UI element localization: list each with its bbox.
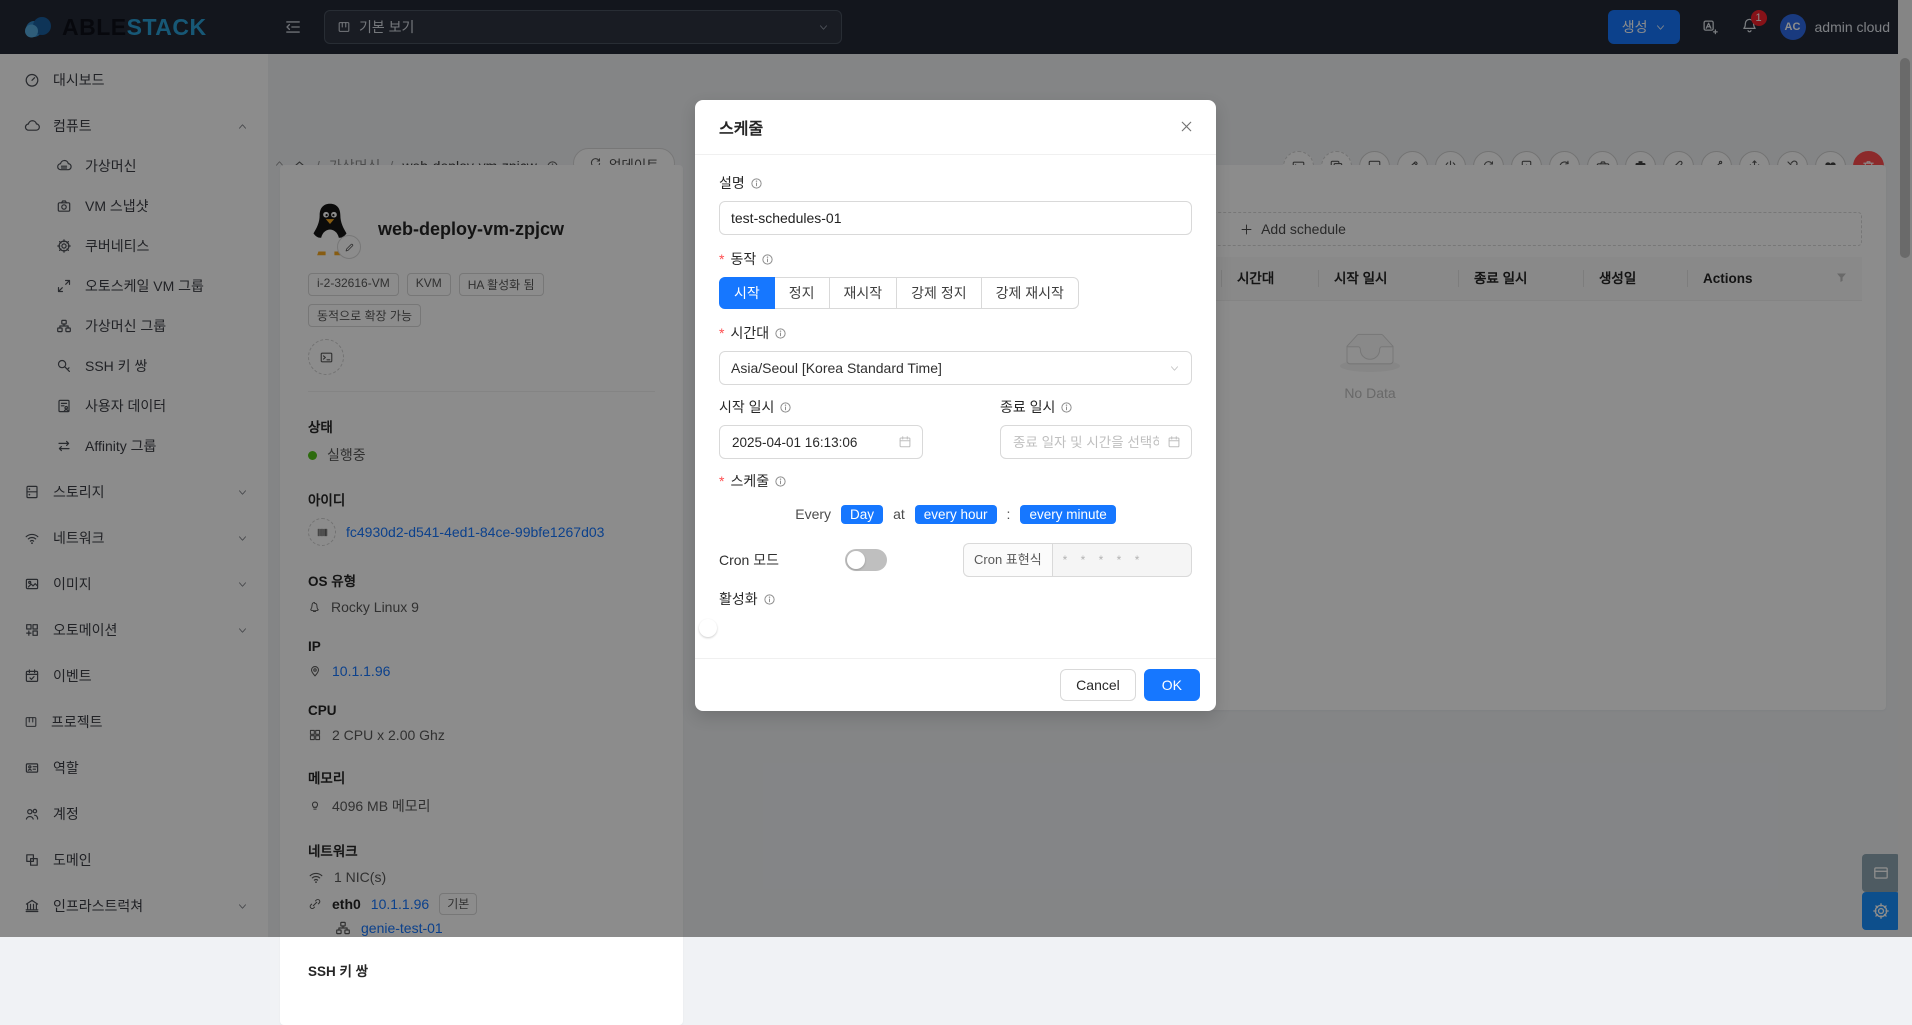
action-radio-group: 시작정지재시작강제 정지강제 재시작 bbox=[719, 277, 1192, 309]
end-date-picker[interactable] bbox=[1000, 425, 1192, 459]
day-tag[interactable]: Day bbox=[841, 505, 883, 524]
info-circle-icon[interactable] bbox=[750, 177, 763, 190]
info-circle-icon[interactable] bbox=[1060, 401, 1073, 414]
minute-tag[interactable]: every minute bbox=[1020, 505, 1115, 524]
schedule-summary: Every Day at every hour : every minute bbox=[719, 501, 1192, 527]
description-input[interactable] bbox=[719, 201, 1192, 235]
action-option[interactable]: 강제 정지 bbox=[896, 277, 981, 309]
modal-title: 스케줄 bbox=[719, 115, 763, 139]
cancel-button[interactable]: Cancel bbox=[1060, 669, 1136, 701]
info-circle-icon[interactable] bbox=[774, 327, 787, 340]
action-option[interactable]: 강제 재시작 bbox=[981, 277, 1079, 309]
timezone-select[interactable]: Asia/Seoul [Korea Standard Time] bbox=[719, 351, 1192, 385]
start-date-input[interactable] bbox=[730, 434, 892, 451]
close-icon[interactable] bbox=[1179, 119, 1194, 134]
action-option[interactable]: 정지 bbox=[774, 277, 830, 309]
start-date-label: 시작 일시 bbox=[719, 397, 774, 417]
end-date-input[interactable] bbox=[1011, 434, 1161, 451]
ok-button[interactable]: OK bbox=[1144, 669, 1200, 701]
action-label: 동작 bbox=[730, 249, 756, 269]
end-date-label: 종료 일시 bbox=[1000, 397, 1055, 417]
chevron-down-icon bbox=[1169, 363, 1180, 374]
cron-mode-label: Cron 모드 bbox=[719, 550, 845, 570]
action-option[interactable]: 재시작 bbox=[829, 277, 898, 309]
active-label: 활성화 bbox=[719, 589, 758, 609]
vm-detail-label: SSH 키 쌍 bbox=[308, 960, 655, 980]
description-label: 설명 bbox=[719, 173, 745, 193]
info-circle-icon[interactable] bbox=[774, 475, 787, 488]
vm-detail-section: SSH 키 쌍 bbox=[308, 960, 655, 980]
schedule-modal: 스케줄 설명 * 동작 시작정지재시작강제 정지강제 재시작 * 시간대 Asi… bbox=[695, 100, 1216, 711]
hour-tag[interactable]: every hour bbox=[915, 505, 997, 524]
info-circle-icon[interactable] bbox=[779, 401, 792, 414]
schedule-label: 스케줄 bbox=[730, 471, 769, 491]
cron-mode-toggle[interactable] bbox=[845, 549, 887, 571]
action-option[interactable]: 시작 bbox=[719, 277, 775, 309]
calendar-icon bbox=[1167, 435, 1181, 449]
timezone-label: 시간대 bbox=[730, 323, 769, 343]
calendar-icon bbox=[898, 435, 912, 449]
info-circle-icon[interactable] bbox=[761, 253, 774, 266]
start-date-picker[interactable] bbox=[719, 425, 923, 459]
cron-expression-input[interactable] bbox=[1052, 543, 1192, 577]
cron-expression-addon: Cron 표현식 bbox=[963, 543, 1052, 577]
info-circle-icon[interactable] bbox=[763, 593, 776, 606]
